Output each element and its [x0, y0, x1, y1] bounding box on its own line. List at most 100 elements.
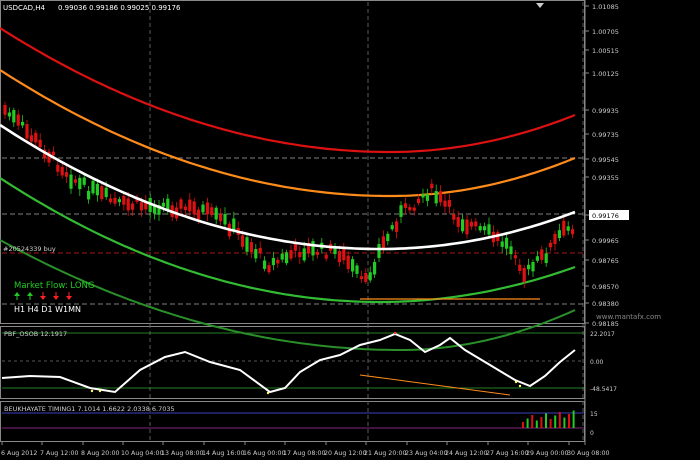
candle-body-62: [276, 259, 280, 264]
time-label-7: 17 Aug 08:00: [283, 450, 325, 457]
time-label-1: 7 Aug 12:00: [40, 450, 78, 457]
price-label-6: 0.99545: [592, 156, 619, 164]
candle-body-5: [25, 124, 29, 139]
candle-body-41: [183, 206, 187, 211]
candle-body-84: [373, 261, 377, 275]
candle-body-67: [298, 252, 302, 258]
candle-body-20: [91, 180, 95, 194]
candle-body-57: [254, 249, 258, 259]
candle-body-44: [197, 209, 201, 220]
price-label-12: 0.98380: [592, 300, 619, 308]
candle-body-128: [566, 226, 570, 231]
time-label-10: 23 Aug 04:00: [405, 450, 447, 457]
price-label-13: 0.98185: [592, 320, 619, 328]
time-label-2: 8 Aug 20:00: [81, 450, 119, 457]
candle-body-88: [390, 225, 394, 230]
candle-body-12: [56, 164, 60, 172]
candle-body-113: [500, 241, 504, 247]
candle-body-87: [386, 233, 390, 242]
candle-body-2: [12, 110, 16, 123]
candle-body-24: [109, 198, 113, 203]
candle-body-70: [311, 241, 315, 256]
candle-body-45: [201, 204, 205, 213]
timing-scale-0: 15: [590, 411, 598, 418]
time-label-0: 6 Aug 2012: [1, 450, 37, 457]
candle-body-13: [60, 167, 64, 176]
candle-body-117: [518, 264, 522, 271]
timing-bar-4: [540, 417, 543, 428]
candle-body-59: [263, 260, 267, 269]
candle-body-31: [139, 202, 143, 211]
candle-body-23: [104, 187, 108, 198]
candle-body-102: [452, 214, 456, 220]
price-label-10: 0.98765: [592, 257, 619, 265]
candle-body-108: [478, 226, 482, 231]
timing-bar-3: [535, 420, 538, 428]
candle-body-104: [461, 219, 465, 232]
candle-body-47: [210, 207, 214, 216]
candle-body-73: [324, 254, 328, 259]
candle-body-114: [505, 237, 509, 249]
candle-body-122: [540, 249, 544, 260]
candle-body-64: [285, 252, 289, 264]
osob-scale-0: 22.2017: [590, 331, 615, 338]
timing-title: BEUKHAYATE TIMING1 7.1014 1.6622 2.0338 …: [4, 405, 175, 413]
candle-body-0: [3, 105, 7, 115]
candle-body-98: [434, 191, 438, 204]
candle-body-120: [531, 261, 535, 272]
candle-body-91: [403, 203, 407, 208]
osob-scale-1: 0.00: [590, 359, 604, 366]
price-label-4: 0.99935: [592, 107, 619, 115]
candle-body-76: [337, 251, 341, 263]
candle-body-58: [258, 247, 262, 253]
time-label-9: 21 Aug 20:00: [364, 450, 406, 457]
candle-body-16: [73, 179, 77, 183]
timing-bar-10: [568, 414, 570, 428]
candle-body-119: [527, 264, 531, 270]
candle-body-25: [113, 197, 117, 204]
candle-body-36: [161, 202, 165, 207]
osob-scale-2: -48.5417: [590, 386, 617, 393]
timing-bar-7: [554, 415, 557, 428]
watermark: www.mantafx.com: [596, 313, 661, 321]
candle-body-22: [100, 186, 104, 200]
candle-body-116: [513, 255, 517, 259]
candle-body-79: [351, 259, 355, 272]
candle-body-14: [65, 172, 69, 177]
candle-body-71: [315, 251, 319, 255]
candle-body-118: [522, 267, 526, 282]
candle-body-85: [377, 244, 381, 258]
candle-body-121: [535, 256, 539, 261]
candle-body-48: [214, 207, 218, 220]
candle-body-1: [7, 112, 11, 117]
candle-body-63: [280, 253, 284, 260]
candle-body-123: [544, 253, 548, 264]
timing-bar-11: [572, 410, 575, 428]
time-label-8: 20 Aug 12:00: [324, 450, 366, 457]
candle-body-96: [425, 194, 429, 201]
candle-body-115: [509, 246, 513, 255]
candle-body-50: [223, 213, 227, 225]
candle-body-43: [192, 201, 196, 215]
price-axis-labels: 1.01085 1.00705 1.00515 1.00125 0.99935 0.997…: [585, 3, 629, 437]
candle-body-109: [483, 226, 487, 231]
price-label-0: 1.01085: [592, 3, 619, 11]
ohlc-readout: 0.99036 0.99186 0.99025 0.99176: [58, 4, 181, 12]
candle-body-27: [122, 195, 126, 205]
candle-body-99: [439, 191, 443, 203]
candle-body-66: [293, 244, 297, 251]
timing-bar-1: [526, 418, 529, 428]
candle-body-4: [21, 121, 25, 126]
main-price-panel[interactable]: [0, 0, 585, 324]
current-price-label: 0.99176: [592, 212, 619, 220]
osob-dot-2: [266, 391, 270, 395]
time-label-13: 29 Aug 00:00: [526, 450, 568, 457]
osob-dot-5: [393, 331, 397, 335]
osob-dot-0: [90, 389, 94, 393]
candle-body-94: [417, 198, 421, 204]
osob-dot-3: [514, 380, 518, 384]
price-label-1: 1.00705: [592, 28, 619, 36]
candle-body-110: [487, 224, 491, 235]
chart-canvas[interactable]: 1.01085 1.00705 1.00515 1.00125 0.99935 0.997…: [0, 0, 700, 460]
candle-body-40: [179, 199, 183, 209]
